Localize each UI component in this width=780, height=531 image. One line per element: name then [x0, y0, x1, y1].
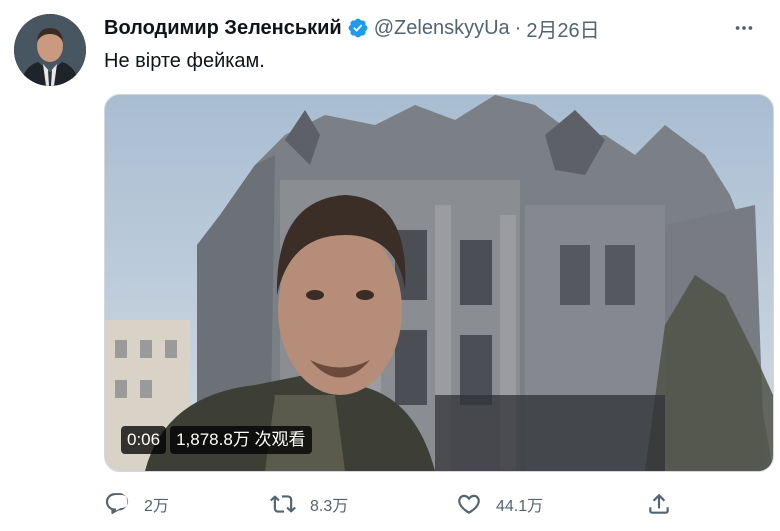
tweet-header: Володимир Зеленський @ZelenskyyUa · 2月26… [104, 14, 760, 42]
video-view-count: 1,878.8万 次观看 [170, 426, 312, 454]
retweet-icon [270, 495, 296, 513]
retweet-count: 8.3万 [310, 498, 349, 515]
separator-dot: · [514, 16, 522, 39]
share-icon [649, 493, 669, 514]
heart-icon [458, 494, 480, 514]
author-handle[interactable]: @ZelenskyyUa [374, 17, 510, 40]
author-name[interactable]: Володимир Зеленський [104, 17, 342, 40]
verified-badge-icon [348, 18, 368, 38]
retweet-button[interactable]: 8.3万 [270, 491, 348, 517]
avatar-image [14, 14, 86, 86]
video-duration: 0:06 [121, 426, 167, 454]
reply-icon [105, 493, 129, 515]
tweet-date[interactable]: 2月26日 [526, 14, 599, 43]
tweet-text: Не вірте фейкам. [104, 50, 265, 72]
video-info-overlay: 0:06 1,878.8万 次观看 [121, 426, 312, 454]
share-button[interactable] [646, 491, 672, 517]
video-player[interactable]: 0:06 1,878.8万 次观看 [104, 94, 774, 472]
like-count: 44.1万 [496, 498, 544, 515]
more-horizontal-icon [735, 26, 753, 30]
like-button[interactable]: 44.1万 [456, 491, 543, 517]
tweet-actions: 2万 8.3万 44.1万 [104, 488, 764, 520]
reply-count: 2万 [144, 498, 169, 515]
more-options-button[interactable] [730, 16, 758, 40]
reply-button[interactable]: 2万 [104, 491, 169, 517]
author-avatar[interactable] [14, 14, 86, 86]
video-frame [105, 95, 773, 471]
